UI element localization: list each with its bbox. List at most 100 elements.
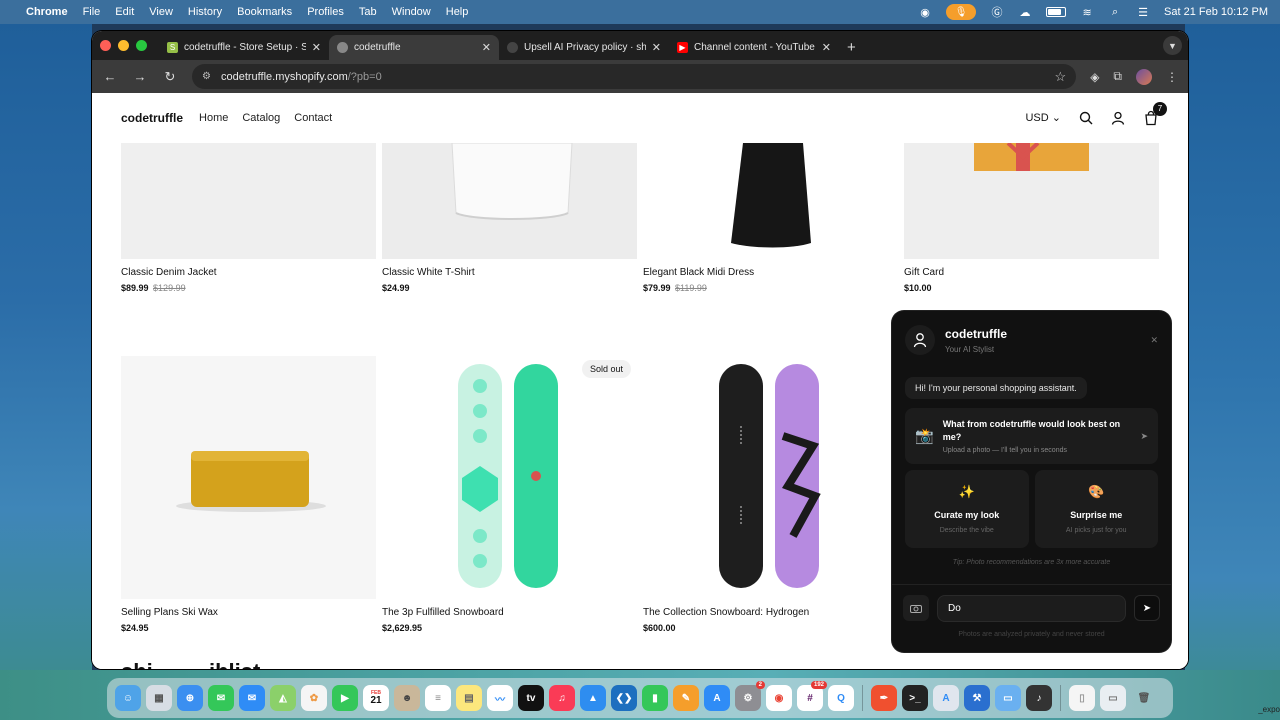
mail-icon[interactable]: ✉: [239, 685, 265, 711]
product-title[interactable]: The 3p Fulfilled Snowboard: [382, 607, 637, 618]
photo-recommendation-prompt[interactable]: 📸 What from codetruffle would look best …: [905, 408, 1158, 465]
product-title[interactable]: Classic Denim Jacket: [121, 267, 376, 278]
files-icon[interactable]: ▭: [995, 685, 1021, 711]
close-window-button[interactable]: [100, 40, 111, 51]
garageband-icon[interactable]: ♪: [1026, 685, 1052, 711]
microphone-icon[interactable]: 🎙: [946, 4, 977, 20]
menu-help[interactable]: Help: [446, 6, 469, 18]
close-tab-icon[interactable]: ✕: [822, 41, 831, 54]
tab-search-icon[interactable]: ▼: [1163, 36, 1182, 55]
xcode-icon[interactable]: ⚒: [964, 685, 990, 711]
battery-icon[interactable]: [1046, 7, 1067, 17]
downloads-stack-icon[interactable]: ▭: [1100, 685, 1126, 711]
reminders-icon[interactable]: ≡: [425, 685, 451, 711]
forward-arrow-icon[interactable]: →: [132, 69, 148, 84]
spotlight-search-icon[interactable]: ⌕: [1108, 6, 1122, 18]
menubar-clock[interactable]: Sat 21 Feb 10:12 PM: [1164, 6, 1268, 18]
product-image[interactable]: [643, 356, 898, 599]
extensions-puzzle-icon[interactable]: ⧉: [1113, 69, 1122, 84]
close-tab-icon[interactable]: ✕: [312, 41, 321, 54]
product-card[interactable]: Classic Denim Jacket $89.99 $129.99: [121, 143, 376, 293]
numbers-icon[interactable]: ▮: [642, 685, 668, 711]
account-icon[interactable]: [1111, 111, 1125, 125]
site-settings-icon[interactable]: ⚙: [202, 71, 211, 82]
menu-edit[interactable]: Edit: [115, 6, 134, 18]
back-arrow-icon[interactable]: ←: [102, 69, 118, 84]
system-settings-icon[interactable]: ⚙ 2: [735, 681, 765, 711]
notes-icon[interactable]: ▤: [456, 685, 482, 711]
product-title[interactable]: Classic White T-Shirt: [382, 267, 637, 278]
document-icon[interactable]: ▯: [1069, 685, 1095, 711]
product-card[interactable]: The Collection Snowboard: Hydrogen $600.…: [643, 356, 898, 633]
currency-selector[interactable]: USD ⌄: [1025, 111, 1061, 124]
contacts-icon[interactable]: ☻: [394, 685, 420, 711]
photo-upload-button[interactable]: [903, 595, 929, 621]
close-tab-icon[interactable]: ✕: [652, 41, 661, 54]
product-card[interactable]: Classic White T-Shirt $24.99: [382, 143, 637, 293]
slack-icon[interactable]: #192: [797, 681, 827, 711]
app-store-icon[interactable]: A: [704, 685, 730, 711]
cloud-sync-icon[interactable]: ☁: [1018, 6, 1032, 19]
desktop-file-label[interactable]: _expo: [1258, 705, 1280, 714]
product-title[interactable]: Elegant Black Midi Dress: [643, 267, 898, 278]
reload-icon[interactable]: ↻: [162, 69, 178, 85]
menu-window[interactable]: Window: [392, 6, 431, 18]
product-card[interactable]: Gift Card $10.00: [904, 143, 1159, 293]
bookmark-star-icon[interactable]: ☆: [1055, 69, 1067, 85]
curate-my-look-button[interactable]: ✨ Curate my look Describe the vibe: [905, 470, 1029, 549]
facetime-icon[interactable]: ▶: [332, 685, 358, 711]
menu-profiles[interactable]: Profiles: [307, 6, 344, 18]
calendar-icon[interactable]: FEB 21: [363, 685, 389, 711]
safari-icon[interactable]: ⊕: [177, 685, 203, 711]
more-menu-icon[interactable]: ⋮: [1166, 70, 1178, 84]
minimize-window-button[interactable]: [118, 40, 129, 51]
surprise-me-button[interactable]: 🎨 Surprise me AI picks just for you: [1034, 470, 1158, 549]
menu-history[interactable]: History: [188, 6, 222, 18]
launchpad-icon[interactable]: ▦: [146, 685, 172, 711]
address-bar[interactable]: ⚙ codetruffle.myshopify.com/?pb=0 ☆: [192, 64, 1077, 89]
music-icon[interactable]: ♫: [549, 685, 575, 711]
photos-icon[interactable]: ✿: [301, 685, 327, 711]
wifi-icon[interactable]: ≋: [1080, 6, 1094, 19]
finder-icon[interactable]: ☺: [115, 685, 141, 711]
tab-store-setup[interactable]: S codetruffle - Store Setup · Sh ✕: [159, 35, 329, 60]
product-image[interactable]: [382, 143, 637, 259]
nav-catalog[interactable]: Catalog: [242, 112, 280, 124]
chat-message-input[interactable]: Do: [937, 595, 1126, 622]
search-icon[interactable]: [1079, 111, 1093, 125]
tab-codetruffle[interactable]: codetruffle ✕: [329, 35, 499, 60]
font-book-icon[interactable]: A: [933, 685, 959, 711]
menu-bookmarks[interactable]: Bookmarks: [237, 6, 292, 18]
zoom-window-button[interactable]: [136, 40, 147, 51]
menu-file[interactable]: File: [83, 6, 101, 18]
cart-button[interactable]: 7: [1143, 101, 1167, 126]
pages-icon[interactable]: ✎: [673, 685, 699, 711]
product-title[interactable]: Gift Card: [904, 267, 1159, 278]
nav-contact[interactable]: Contact: [294, 112, 332, 124]
messages-icon[interactable]: ✉: [208, 685, 234, 711]
product-card[interactable]: Sold out The 3p Fulfilled Snowboard $2,6…: [382, 356, 637, 633]
apple-tv-icon[interactable]: tv: [518, 685, 544, 711]
tab-youtube-studio[interactable]: ▶ Channel content - YouTube St ✕: [669, 35, 839, 60]
pen-tool-icon[interactable]: ✒: [871, 685, 897, 711]
new-tab-button[interactable]: +: [839, 35, 864, 60]
freeform-icon[interactable]: 〰: [487, 685, 513, 711]
product-image[interactable]: [643, 143, 898, 259]
close-tab-icon[interactable]: ✕: [482, 41, 491, 54]
menu-view[interactable]: View: [149, 6, 173, 18]
chrome-icon[interactable]: ◉: [766, 685, 792, 711]
product-card[interactable]: Selling Plans Ski Wax $24.95: [121, 356, 376, 633]
product-image[interactable]: [121, 356, 376, 599]
grammarly-icon[interactable]: Ⓖ: [990, 6, 1004, 19]
record-icon[interactable]: ◉: [918, 6, 932, 19]
close-icon[interactable]: ✕: [1150, 335, 1158, 346]
product-title[interactable]: The Collection Snowboard: Hydrogen: [643, 607, 898, 618]
product-image[interactable]: [904, 143, 1159, 259]
nav-home[interactable]: Home: [199, 112, 228, 124]
menu-app-name[interactable]: Chrome: [26, 6, 68, 18]
product-image[interactable]: Sold out: [382, 356, 637, 599]
menu-tab[interactable]: Tab: [359, 6, 377, 18]
profile-avatar[interactable]: [1136, 68, 1152, 85]
trash-icon[interactable]: 🗑: [1131, 685, 1157, 711]
control-center-icon[interactable]: ☰: [1136, 6, 1150, 19]
